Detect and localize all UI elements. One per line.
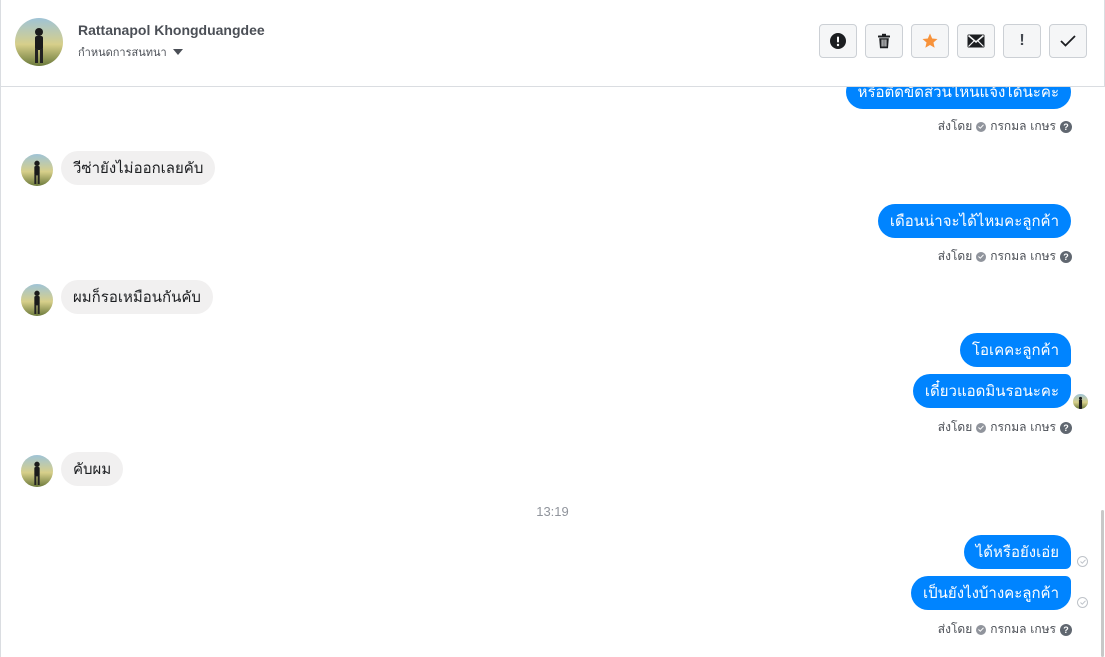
mark-spam-button[interactable]	[819, 24, 857, 58]
verified-icon	[976, 121, 987, 132]
caret-down-icon	[172, 49, 183, 55]
exclamation-icon: !	[1019, 32, 1025, 49]
outgoing-message[interactable]: เดือนน่าจะได้ไหมคะลูกค้า	[877, 204, 1071, 238]
contact-mini-avatar	[21, 284, 53, 316]
assign-conversation-dropdown[interactable]: กำหนดการสนทนา	[78, 43, 183, 61]
sent-status-icon	[1077, 597, 1088, 608]
incoming-message[interactable]: วีซ่ายังไม่ออกเลยคับ	[61, 151, 216, 185]
seen-avatar	[1073, 394, 1088, 409]
trash-icon	[878, 33, 890, 49]
incoming-message[interactable]: คับผม	[61, 452, 124, 486]
thread-scrollbar[interactable]	[1101, 510, 1104, 657]
message-timestamp: 13:19	[536, 504, 569, 519]
sent-by-label: ส่งโดย กรกมล เกษร ?	[938, 418, 1072, 437]
incoming-message[interactable]: ผมก็รอเหมือนกันคับ	[61, 280, 213, 314]
outgoing-message[interactable]: ได้หรือยังเอ่ย	[963, 535, 1071, 569]
verified-icon	[976, 422, 987, 433]
sent-by-label: ส่งโดย กรกมล เกษร ?	[938, 620, 1072, 639]
contact-avatar[interactable]	[15, 18, 63, 66]
verified-icon	[976, 251, 987, 262]
help-icon[interactable]: ?	[1060, 250, 1072, 263]
help-icon[interactable]: ?	[1060, 623, 1072, 636]
outgoing-message[interactable]: เป็นยังไงบ้างคะลูกค้า	[911, 576, 1071, 610]
help-icon[interactable]: ?	[1060, 421, 1072, 434]
sent-by-label: ส่งโดย กรกมล เกษร ?	[938, 247, 1072, 266]
contact-mini-avatar	[21, 154, 53, 186]
message-thread[interactable]: หรือติดขัดส่วนไหนแจ้งได้นะคะ ส่งโดย กรกม…	[0, 87, 1104, 657]
assign-label: กำหนดการสนทนา	[78, 46, 167, 59]
mark-done-button[interactable]	[1049, 24, 1087, 58]
contact-mini-avatar	[21, 455, 53, 487]
outgoing-message[interactable]: เดี๋ยวแอดมินรอนะคะ	[912, 374, 1071, 408]
star-button[interactable]	[911, 24, 949, 58]
help-icon[interactable]: ?	[1060, 120, 1072, 133]
star-icon	[922, 33, 938, 48]
check-icon	[1060, 35, 1076, 47]
spam-icon	[830, 33, 846, 49]
verified-icon	[976, 624, 987, 635]
conversation-toolbar: !	[819, 24, 1087, 58]
envelope-icon	[967, 34, 985, 48]
follow-up-button[interactable]: !	[1003, 24, 1041, 58]
sent-by-label: ส่งโดย กรกมล เกษร ?	[938, 117, 1072, 136]
sent-status-icon	[1077, 556, 1088, 567]
outgoing-message[interactable]: โอเคคะลูกค้า	[959, 333, 1071, 367]
delete-button[interactable]	[865, 24, 903, 58]
contact-name: Rattanapol Khongduangdee	[78, 22, 265, 38]
mark-unread-button[interactable]	[957, 24, 995, 58]
conversation-header: Rattanapol Khongduangdee กำหนดการสนทนา !	[0, 0, 1105, 87]
outgoing-message[interactable]: หรือติดขัดส่วนไหนแจ้งได้นะคะ	[845, 87, 1071, 109]
